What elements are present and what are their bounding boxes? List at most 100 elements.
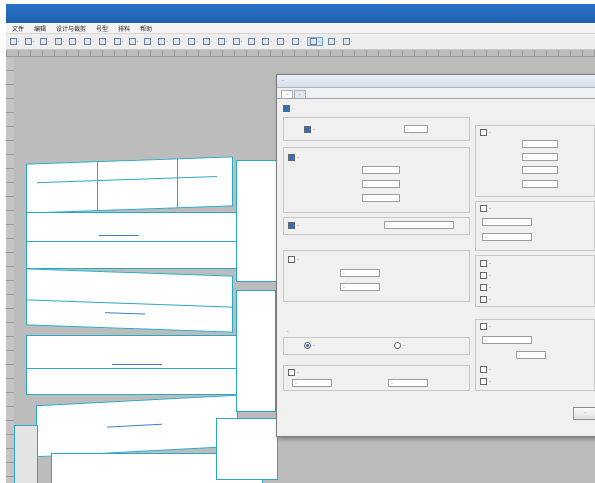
value-field[interactable]: · (522, 153, 558, 161)
toolbar-button[interactable]: · (217, 38, 228, 45)
settings-dialog: · · · · · · · · · · · · · · · · · · · · … (276, 74, 595, 437)
pattern-piece[interactable] (26, 335, 243, 395)
toolbar-button[interactable]: · (99, 38, 109, 45)
toolbar-button-label: · (300, 38, 302, 45)
tool-icon (143, 38, 151, 45)
dialog-tab[interactable]: · (281, 90, 293, 98)
radio-option[interactable]: · (304, 342, 315, 349)
value-field[interactable]: · (522, 166, 558, 174)
toolbar-button[interactable]: · (24, 38, 35, 45)
option-group: · · · · (283, 147, 470, 213)
pattern-piece[interactable] (236, 160, 278, 282)
seam-line (27, 299, 232, 308)
toolbar-button[interactable]: · (113, 38, 124, 45)
toolbar-button[interactable]: · (54, 38, 64, 45)
option-label[interactable]: · (480, 205, 491, 212)
option-label[interactable]: · (480, 284, 491, 291)
toolbar-button[interactable]: · (173, 38, 183, 45)
value-field[interactable]: · (482, 218, 532, 226)
value-field[interactable]: · (522, 180, 558, 188)
toolbar-button-label: · (107, 38, 109, 45)
toolbar-button[interactable]: · (143, 38, 154, 45)
option-label[interactable]: · (480, 378, 491, 385)
tool-icon (99, 38, 107, 45)
pattern-piece[interactable] (36, 394, 238, 458)
toolbar-button-label: · (181, 38, 184, 45)
pattern-piece[interactable] (236, 290, 276, 412)
dialog-tab[interactable]: · (293, 90, 306, 98)
option-label[interactable]: · (304, 126, 315, 133)
toolbar-button[interactable]: · (342, 38, 353, 45)
value-field[interactable]: · (340, 269, 380, 277)
option-label[interactable]: · (480, 323, 491, 330)
tool-icon (54, 38, 62, 45)
toolbar-button-label: · (240, 38, 243, 45)
toolbar-button[interactable]: · (306, 37, 323, 46)
toolbar-button[interactable]: · (292, 38, 302, 45)
value-field[interactable]: · (482, 336, 532, 344)
tool-icon (188, 38, 196, 45)
tool-icon (217, 38, 225, 45)
option-label[interactable]: · (288, 256, 299, 263)
menu-item[interactable]: 文件 (12, 24, 24, 33)
menu-item[interactable]: 帮助 (140, 24, 152, 33)
value-field[interactable]: · (292, 379, 332, 387)
pattern-piece[interactable] (26, 212, 238, 269)
toolbar-button[interactable]: · (69, 38, 79, 45)
option-label[interactable]: · (283, 105, 294, 112)
radio-option[interactable]: · (394, 342, 405, 349)
toolbar-button-label: · (18, 38, 20, 45)
ok-button[interactable]: · (573, 407, 595, 420)
toolbar-button[interactable]: · (277, 38, 287, 45)
menu-item[interactable]: 编辑 (34, 24, 46, 33)
option-group: · · · (475, 201, 595, 251)
option-label[interactable]: · (480, 129, 491, 136)
value-field[interactable]: · (362, 166, 400, 174)
toolbar-button-label: · (350, 38, 353, 45)
value-field[interactable]: · (522, 140, 558, 148)
value-field[interactable]: · (362, 194, 400, 202)
pattern-piece[interactable] (26, 156, 233, 214)
option-label[interactable]: · (480, 272, 491, 279)
value-dropdown[interactable]: · (384, 221, 454, 229)
value-field[interactable]: · (404, 125, 428, 133)
option-group: · · · (283, 365, 470, 391)
toolbar-button[interactable]: · (262, 38, 272, 45)
toolbar-button-label: · (151, 38, 154, 45)
toolbar-button-label: · (92, 38, 95, 45)
option-label[interactable]: · (480, 260, 491, 267)
toolbar-button[interactable]: · (247, 38, 257, 45)
menu-item[interactable]: 排料 (118, 24, 130, 33)
value-field[interactable]: · (516, 351, 546, 359)
pattern-piece[interactable] (216, 418, 278, 480)
seam-line (27, 368, 242, 369)
pattern-piece[interactable] (14, 425, 38, 483)
toolbar-button[interactable]: · (188, 38, 198, 45)
toolbar-button-label: · (121, 38, 124, 45)
option-label[interactable]: · (480, 296, 491, 303)
toolbar-button[interactable]: · (84, 38, 94, 45)
toolbar: · · · · · · · · · · · · · · · · · · · · · · · (6, 34, 595, 50)
option-label[interactable]: · (288, 222, 299, 229)
toolbar-button[interactable]: · (158, 38, 168, 45)
option-label[interactable]: · (288, 369, 299, 376)
value-field[interactable]: · (362, 180, 400, 188)
toolbar-button-label: · (210, 38, 213, 45)
value-field[interactable]: · (340, 283, 380, 291)
menu-item[interactable]: 号型 (96, 24, 108, 33)
tool-icon (327, 38, 335, 45)
toolbar-button[interactable]: · (128, 38, 139, 45)
option-label[interactable]: · (288, 154, 299, 161)
pattern-piece[interactable] (26, 268, 233, 333)
value-field[interactable]: · (388, 379, 428, 387)
toolbar-button[interactable]: · (327, 38, 338, 45)
value-field[interactable]: · (482, 233, 532, 241)
toolbar-button[interactable]: · (39, 38, 50, 45)
option-label[interactable]: · (480, 366, 491, 373)
tool-icon (69, 38, 77, 45)
toolbar-button[interactable]: · (10, 38, 20, 45)
toolbar-button[interactable]: · (202, 38, 213, 45)
toolbar-button[interactable]: · (232, 38, 243, 45)
menu-item[interactable]: 设计与裁剪 (56, 24, 86, 33)
toolbar-button-label: · (285, 38, 288, 45)
